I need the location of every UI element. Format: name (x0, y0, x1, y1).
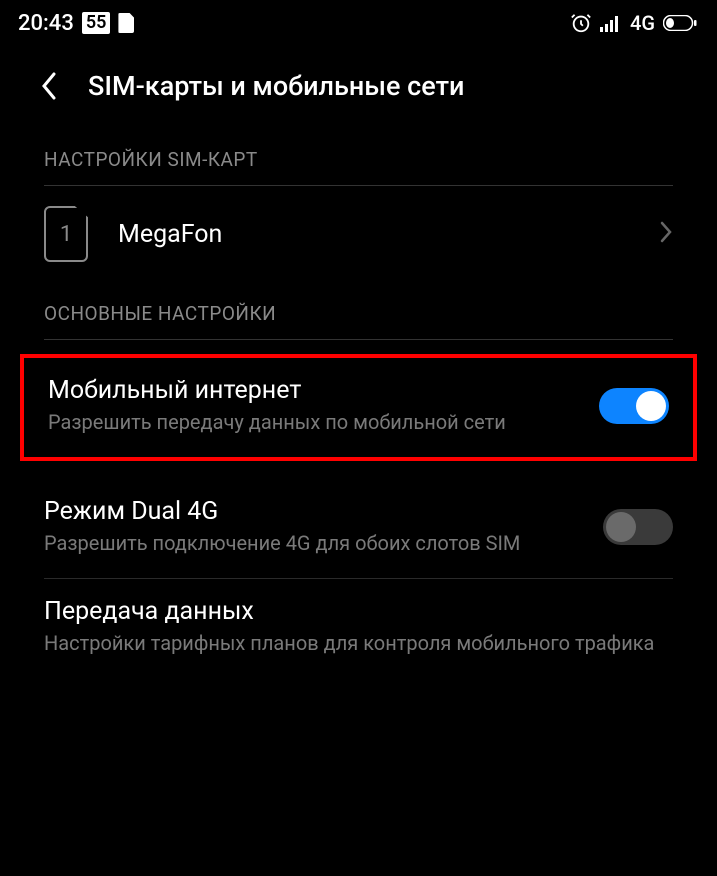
dual-4g-row[interactable]: Режим Dual 4G Разрешить подключение 4G д… (0, 479, 717, 578)
sim-slot-row[interactable]: 1 MegaFon (0, 186, 717, 282)
mobile-data-toggle[interactable] (599, 388, 669, 424)
setting-text-block: Передача данных Настройки тарифных плано… (44, 597, 673, 656)
divider (44, 339, 673, 340)
battery-icon (663, 15, 697, 31)
data-usage-title: Передача данных (44, 597, 673, 626)
sim-card-icon: 1 (44, 206, 88, 262)
mobile-data-subtitle: Разрешить передачу данных по мобильной с… (48, 409, 579, 435)
sim-slot-number: 1 (60, 222, 72, 247)
signal-icon (600, 14, 622, 32)
alarm-icon (570, 12, 592, 34)
chevron-left-icon (40, 70, 58, 102)
notification-badge: 55 (82, 12, 111, 34)
dual-4g-subtitle: Разрешить подключение 4G для обоих слото… (44, 530, 583, 556)
section-header-main: ОСНОВНЫЕ НАСТРОЙКИ (0, 282, 717, 339)
toggle-knob (636, 391, 666, 421)
page-header: SIM-карты и мобильные сети (0, 46, 717, 128)
back-button[interactable] (40, 70, 58, 102)
sd-card-icon (118, 13, 134, 33)
data-usage-subtitle: Настройки тарифных планов для контроля м… (44, 630, 673, 656)
setting-text-block: Режим Dual 4G Разрешить подключение 4G д… (44, 497, 583, 556)
chevron-right-icon (659, 220, 673, 248)
dual-4g-toggle[interactable] (603, 509, 673, 545)
status-bar: 20:43 55 4G (0, 0, 717, 46)
section-header-sim: НАСТРОЙКИ SIM-КАРТ (0, 128, 717, 185)
sim-carrier-name: MegaFon (118, 220, 629, 249)
status-right: 4G (570, 11, 697, 35)
status-left: 20:43 55 (18, 11, 134, 36)
network-label: 4G (630, 11, 655, 35)
clock-time: 20:43 (18, 11, 74, 36)
mobile-data-row[interactable]: Мобильный интернет Разрешить передачу да… (24, 358, 693, 457)
highlighted-setting: Мобильный интернет Разрешить передачу да… (20, 354, 697, 461)
page-title: SIM-карты и мобильные сети (88, 70, 464, 102)
toggle-knob (606, 512, 636, 542)
setting-text-block: Мобильный интернет Разрешить передачу да… (48, 376, 579, 435)
dual-4g-title: Режим Dual 4G (44, 497, 583, 526)
data-usage-row[interactable]: Передача данных Настройки тарифных плано… (0, 579, 717, 678)
mobile-data-title: Мобильный интернет (48, 376, 579, 405)
